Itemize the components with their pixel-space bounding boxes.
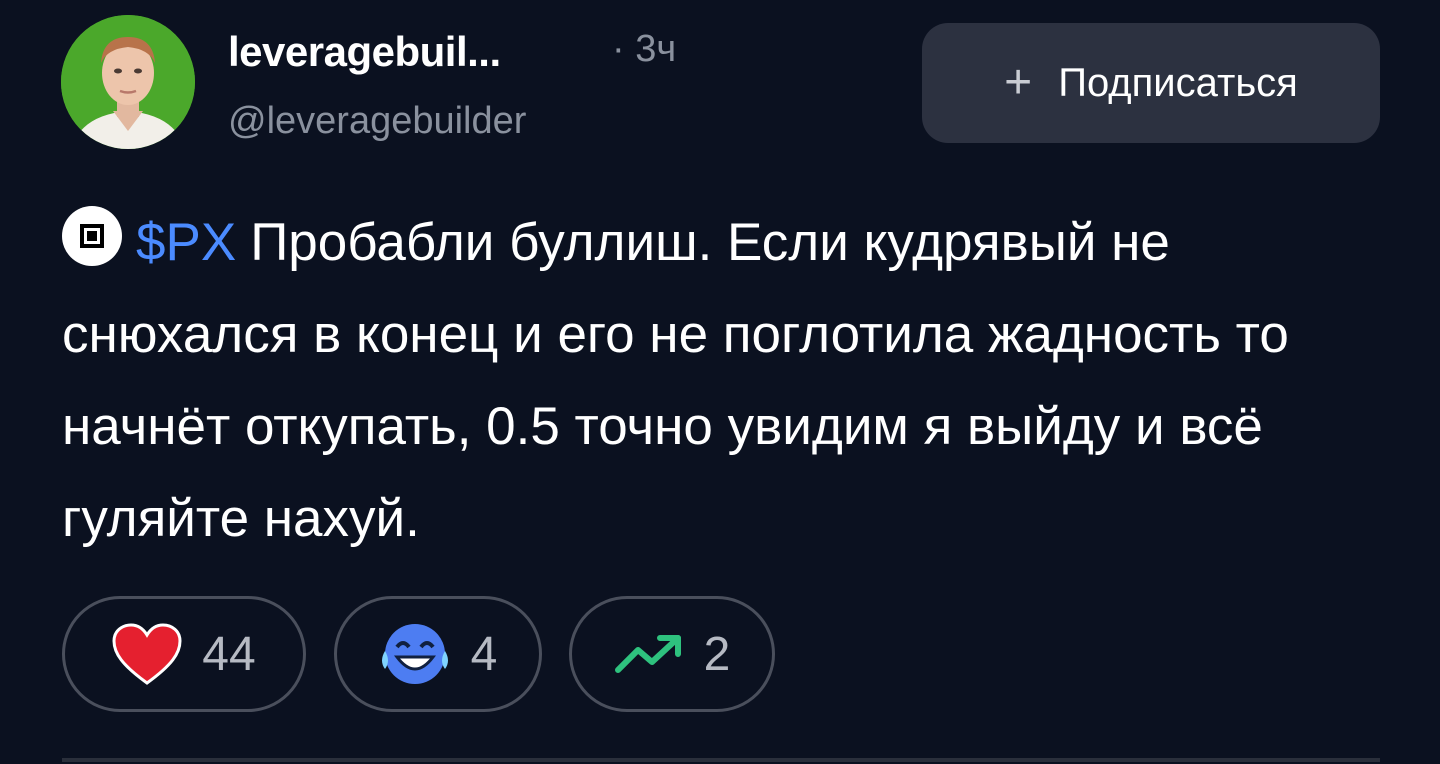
divider <box>62 758 1380 762</box>
avatar[interactable] <box>61 15 195 149</box>
author-name[interactable]: leveragebuil... <box>228 28 501 76</box>
follow-button[interactable]: + Подписаться <box>922 23 1380 143</box>
laughing-emoji-icon <box>379 621 451 687</box>
follow-button-label: Подписаться <box>1058 60 1298 105</box>
square-logo-icon[interactable] <box>62 206 122 266</box>
heart-icon <box>112 623 182 685</box>
trend-count: 2 <box>703 627 731 681</box>
post-body: $PX Пробабли буллиш. Если кудрявый не сню… <box>62 197 1392 565</box>
author-handle[interactable]: @leveragebuilder <box>228 100 526 143</box>
trend-reaction-button[interactable]: 2 <box>569 596 775 712</box>
trend-up-icon <box>614 632 684 676</box>
post-card: leveragebuil... · 3ч @leveragebuilder + … <box>0 0 1440 764</box>
like-reaction-button[interactable]: 44 <box>62 596 306 712</box>
laugh-count: 4 <box>470 627 498 681</box>
plus-icon: + <box>1004 56 1033 109</box>
like-count: 44 <box>202 627 256 681</box>
ticker-link[interactable]: $PX <box>136 213 236 272</box>
laugh-reaction-button[interactable]: 4 <box>334 596 542 712</box>
post-time: · 3ч <box>612 28 677 70</box>
post-text: Пробабли буллиш. Если кудрявый не снюхал… <box>62 213 1289 548</box>
